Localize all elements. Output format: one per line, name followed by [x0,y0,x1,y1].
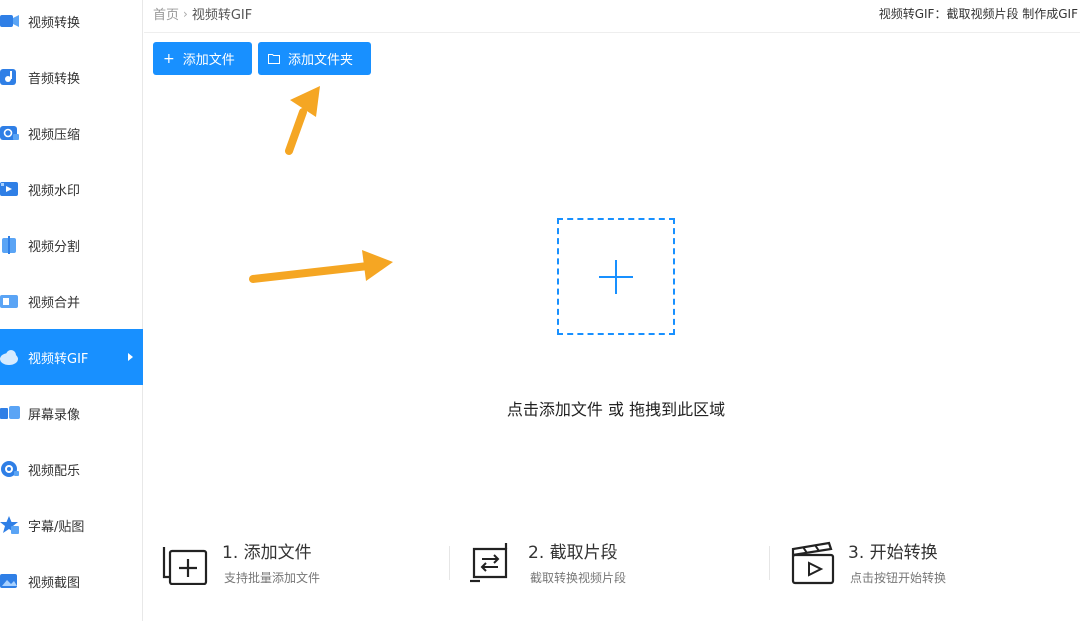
sidebar-item-label: 视频压缩 [28,127,81,143]
sidebar-item-video-split[interactable]: 视频分割 [0,217,143,273]
clip-segment-icon [470,543,508,583]
sidebar-item-label: 视频合并 [28,295,81,311]
sidebar-item-video-to-gif[interactable]: 视频转GIF [0,329,143,385]
video-to-gif-icon [0,350,18,365]
subtitle-sticker-icon [0,516,19,534]
sidebar-item-label: 屏幕录像 [28,407,81,423]
step-divider [449,546,450,580]
add-file-button-label: 添加文件 [182,53,235,68]
audio-convert-icon [0,69,16,85]
folder-icon [268,54,280,64]
annotation-arrow-up [285,86,320,155]
video-merge-icon [0,295,18,308]
header-bar: 首页 › 视频转GIF 视频转GIF：截取视频片段 制作成GIF [144,0,1080,33]
sidebar-item-label: 字幕/贴图 [28,519,85,535]
video-music-icon [1,461,19,477]
sidebar-item-subtitle-sticker[interactable]: 字幕/贴图 [0,497,143,553]
sidebar-item-label: 视频截图 [28,575,81,591]
sidebar-item-video-compress[interactable]: 视频压缩 [0,105,143,161]
sidebar-item-audio-convert[interactable]: 音频转换 [0,49,143,105]
step-divider [769,546,770,580]
step-2-title: 2. 截取片段 [528,543,618,563]
sidebar-item-label: 视频转换 [28,15,81,31]
step-1-title: 1. 添加文件 [222,543,312,563]
sidebar-item-label: 视频配乐 [28,463,81,479]
video-screenshot-icon [0,574,17,588]
sidebar-item-label: 视频转GIF [28,351,89,367]
add-folder-button-label: 添加文件夹 [288,53,354,68]
sidebar: 视频转换 音频转换 视频压缩 视频水印 视频分割 视频合并 视频转GIF 屏幕录… [0,0,143,621]
step-1-desc: 支持批量添加文件 [224,571,321,585]
step-3-desc: 点击按钮开始转换 [850,571,947,585]
video-split-icon [2,236,16,254]
chevron-right-icon: › [183,6,188,21]
breadcrumb-home-link[interactable]: 首页 [153,4,179,23]
sidebar-item-video-merge[interactable]: 视频合并 [0,273,143,329]
step-2-desc: 截取转换视频片段 [530,571,627,585]
sidebar-item-video-convert[interactable]: 视频转换 [0,0,143,49]
file-drop-zone[interactable] [557,218,675,335]
drop-zone-hint: 点击添加文件 或 拖拽到此区域 [506,400,726,419]
sidebar-item-video-music[interactable]: 视频配乐 [0,441,143,497]
breadcrumb: 首页 › 视频转GIF [153,4,253,24]
sidebar-item-video-watermark[interactable]: 视频水印 [0,161,143,217]
sidebar-item-label: 音频转换 [28,71,81,87]
plus-icon-vertical [615,260,617,294]
app-window: 视频转换 音频转换 视频压缩 视频水印 视频分割 视频合并 视频转GIF 屏幕录… [0,0,1080,621]
video-convert-icon [0,15,19,27]
caret-right-icon [128,353,133,361]
annotation-overlay [249,86,393,283]
plus-icon: + [163,50,175,67]
sidebar-item-label: 视频水印 [28,183,81,199]
screen-record-icon [0,406,20,419]
breadcrumb-current: 视频转GIF [191,8,253,23]
sidebar-item-screen-record[interactable]: 屏幕录像 [0,385,143,441]
video-compress-icon [0,126,19,140]
sidebar-item-label: 视频分割 [28,239,81,255]
add-file-button[interactable]: + 添加文件 [153,42,252,75]
add-file-icon [162,547,208,585]
step-3-title: 3. 开始转换 [848,543,938,563]
clapperboard-icon [791,541,835,585]
video-watermark-icon [0,182,18,196]
add-folder-button[interactable]: 添加文件夹 [258,42,371,75]
sidebar-item-video-screenshot[interactable]: 视频截图 [0,553,143,609]
annotation-arrow-right [249,250,393,283]
page-hint: 视频转GIF：截取视频片段 制作成GIF [878,7,1078,21]
